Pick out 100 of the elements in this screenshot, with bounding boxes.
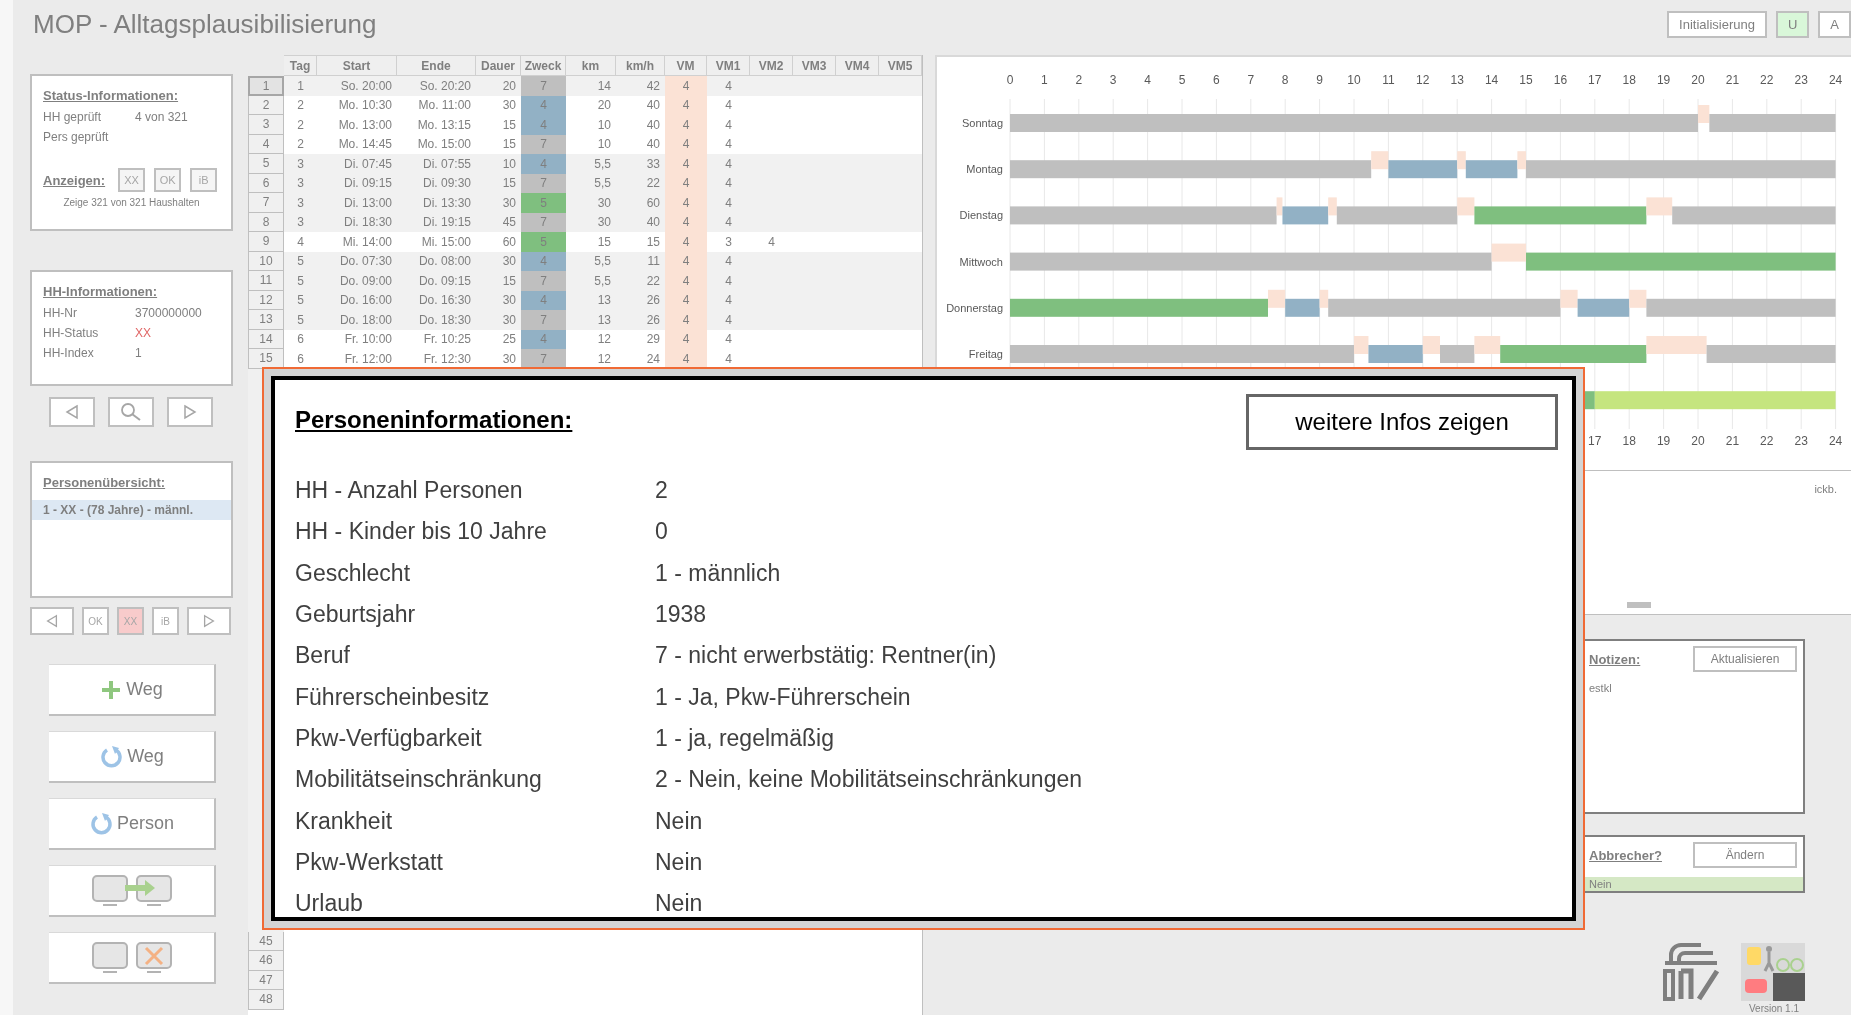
row-number[interactable]: 14 (248, 329, 284, 349)
search-icon (119, 402, 143, 422)
delete-button[interactable] (49, 932, 216, 984)
table-cell-text: 25 (501, 331, 517, 349)
table-cell-text: 60 (501, 233, 517, 251)
hour-label: 10 (1347, 73, 1361, 87)
row-number[interactable]: 4 (248, 134, 284, 154)
info-value: 2 - Nein, keine Mobilitätseinschränkungen (655, 766, 1083, 794)
table-cell-text: 5 (296, 272, 305, 290)
filter-button[interactable]: iB (152, 607, 179, 635)
previous-button[interactable] (49, 397, 95, 427)
more-info-button[interactable]: weitere Infos zeigen (1246, 394, 1558, 450)
table-row[interactable]: 10 5 Do. 07:30 Do. 08:00 30 4 5,5 11 4 4 (248, 251, 922, 271)
trip-bar (1474, 336, 1501, 354)
filter-button[interactable]: XX (118, 168, 146, 192)
info-label: HH geprüft (43, 110, 103, 124)
person-list-item[interactable]: 1 - XX - (78 Jahre) - männl. (32, 500, 231, 520)
search-button[interactable] (108, 397, 154, 427)
table-row[interactable]: 12 5 Do. 16:00 Do. 16:30 30 4 13 26 4 4 (248, 290, 922, 310)
panel-title: Abbrecher? (1589, 847, 1662, 863)
table-cell: 4 (665, 232, 707, 252)
table-cell: 4 (665, 173, 707, 193)
copy-button[interactable] (49, 865, 216, 917)
row-number[interactable]: 48 (248, 990, 284, 1010)
table-row[interactable]: 11 5 Do. 09:00 Do. 09:15 15 7 5,5 22 4 4 (248, 271, 922, 291)
row-number[interactable]: 5 (248, 154, 284, 174)
hour-label: 18 (1622, 434, 1636, 448)
row-number[interactable]: 12 (248, 290, 284, 310)
reset-button[interactable]: Person (49, 798, 216, 850)
table-cell-text: 4 (724, 77, 733, 95)
table-cell: 4 (665, 212, 707, 232)
table-row[interactable]: 7 3 Di. 13:00 Di. 13:30 30 5 30 60 4 4 (248, 193, 922, 213)
hour-label: 4 (1144, 73, 1151, 87)
filter-button[interactable]: OK (82, 607, 109, 635)
table-cell: 4 (521, 95, 566, 115)
table-cell-text: Fr. 10:00 (343, 331, 393, 349)
table-row[interactable]: 5 3 Di. 07:45 Di. 07:55 10 4 5,5 33 4 4 (248, 154, 922, 174)
toolbar-button[interactable]: A (1818, 11, 1851, 38)
row-number[interactable]: 7 (248, 193, 284, 213)
table-cell-text: 30 (501, 292, 517, 310)
trip-bar (1328, 197, 1337, 216)
table-cell-text: 42 (645, 77, 661, 95)
previous-button[interactable] (30, 607, 74, 635)
monitors-cross-icon (90, 940, 173, 975)
table-row[interactable]: 13 5 Do. 18:00 Do. 18:30 30 7 13 26 4 4 (248, 310, 922, 330)
scroll-thumb[interactable] (1627, 602, 1651, 608)
table-cell-text: 2 (296, 136, 305, 154)
refresh-button[interactable]: Aktualisieren (1693, 646, 1797, 672)
row-number[interactable]: 13 (248, 310, 284, 330)
table-cell-text: Mi. 15:00 (420, 233, 472, 251)
table-row[interactable]: 6 3 Di. 09:15 Di. 09:30 15 7 5,5 22 4 4 (248, 173, 922, 193)
mobility-panel-logo-drawing (1741, 943, 1805, 1001)
trip-bar (1646, 197, 1673, 216)
filter-button[interactable]: iB (190, 168, 218, 192)
toolbar-button[interactable]: U (1775, 11, 1810, 38)
table-cell: 5 (521, 232, 566, 252)
row-number[interactable]: 2 (248, 95, 284, 115)
row-number[interactable]: 6 (248, 173, 284, 193)
toolbar-button[interactable]: Initialisierung (1667, 11, 1767, 38)
row-number[interactable]: 46 (248, 951, 284, 971)
table-cell-text: 14 (596, 77, 612, 95)
table-cell: 4 (521, 251, 566, 271)
filter-button[interactable]: OK (154, 168, 182, 192)
table-cell-text: Mo. 11:00 (417, 97, 472, 115)
reset-button[interactable]: Weg (49, 731, 216, 783)
row-number[interactable]: 10 (248, 251, 284, 271)
table-cell-text: Do. 09:00 (338, 272, 393, 290)
column-header: VM3 (793, 55, 836, 76)
day-label: Donnerstag (946, 301, 1003, 314)
trip-bar (1698, 105, 1710, 123)
table-cell: 4 (665, 271, 707, 291)
dialog-title: Personeninformationen: (295, 406, 573, 434)
row-number[interactable]: 3 (248, 115, 284, 135)
row-number[interactable]: 11 (248, 271, 284, 291)
row-number[interactable]: 47 (248, 970, 284, 990)
table-cell-text: 5,5 (593, 175, 612, 193)
row-number[interactable]: 9 (248, 232, 284, 252)
table-cell-text: 13 (596, 311, 612, 329)
table-cell: 4 (521, 329, 566, 349)
next-button[interactable] (187, 607, 231, 635)
table-cell-text: Mi. 14:00 (341, 233, 393, 251)
table-cell-text: 15 (501, 272, 517, 290)
row-number[interactable]: 45 (248, 931, 284, 951)
info-label: HH - Anzahl Personen (295, 477, 524, 505)
table-cell-text: Di. 09:30 (421, 175, 472, 193)
next-button[interactable] (167, 397, 213, 427)
row-number[interactable]: 1 (248, 76, 284, 96)
row-number[interactable]: 15 (248, 349, 284, 369)
table-cell-text: 4 (724, 175, 733, 193)
row-number[interactable]: 8 (248, 212, 284, 232)
table-row[interactable]: 8 3 Di. 18:30 Di. 19:15 45 7 30 40 4 4 (248, 212, 922, 232)
table-row[interactable]: 1 1 So. 20:00 So. 20:20 20 7 14 42 4 4 (248, 76, 922, 96)
table-cell-text: 4 (724, 214, 733, 232)
add-trip-button[interactable]: Weg (49, 664, 216, 716)
filter-label: Anzeigen: (43, 172, 106, 188)
trip-bar (1319, 289, 1329, 308)
change-button[interactable]: Ändern (1693, 842, 1797, 868)
info-value: 1 - männlich (655, 559, 781, 587)
table-cell-text: 4 (724, 253, 733, 271)
table-cell-text: 4 (724, 272, 733, 290)
